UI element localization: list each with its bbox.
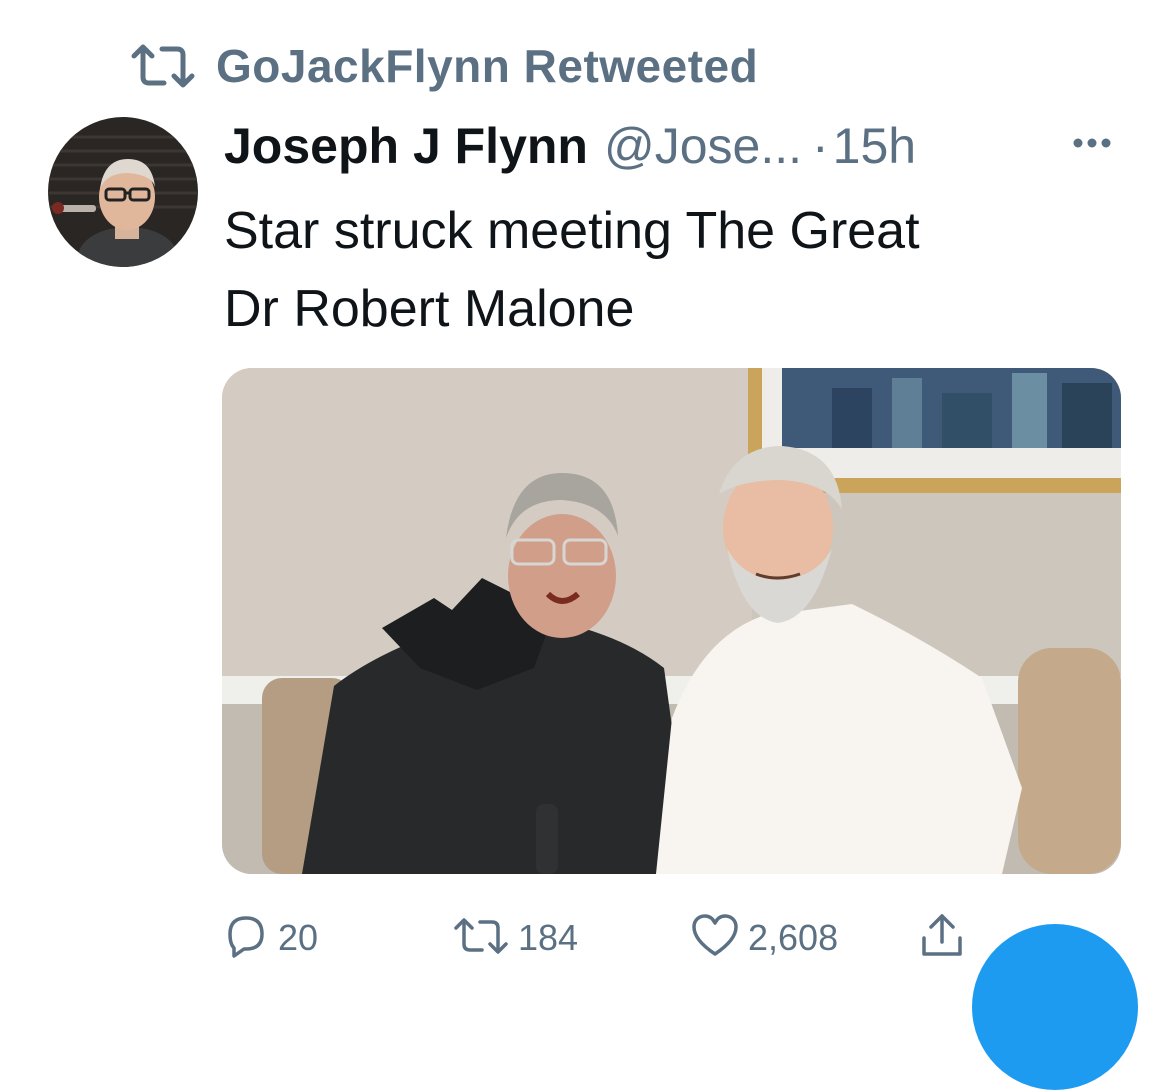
tweet-photo[interactable]: [222, 368, 1121, 874]
like-count: 2,608: [748, 917, 839, 958]
avatar[interactable]: [48, 117, 198, 267]
retweet-count: 184: [518, 917, 579, 958]
retweet-icon: [452, 916, 510, 961]
compose-fab[interactable]: [972, 924, 1138, 1090]
author-handle[interactable]: @Jose...: [604, 117, 802, 175]
reply-icon: [222, 913, 270, 964]
tweet-text-line: Dr Robert Malone: [224, 280, 635, 338]
like-button[interactable]: 2,608: [690, 908, 838, 968]
share-icon: [916, 910, 968, 967]
tweet-text-line: Star struck meeting The Great: [224, 202, 920, 260]
tweet-timestamp[interactable]: 15h: [833, 117, 916, 175]
retweet-icon: [130, 43, 196, 89]
more-icon[interactable]: [1066, 128, 1116, 158]
reply-button[interactable]: 20: [222, 908, 318, 968]
heart-icon: [690, 913, 740, 964]
retweeted-by-label[interactable]: GoJackFlynn Retweeted: [216, 39, 758, 93]
retweet-button[interactable]: 184: [452, 908, 578, 968]
separator-dot: ·: [812, 118, 829, 174]
author-name[interactable]: Joseph J Flynn: [224, 117, 588, 175]
retweet-context[interactable]: GoJackFlynn Retweeted: [130, 36, 758, 96]
reply-count: 20: [278, 917, 319, 958]
tweet-header: Joseph J Flynn @Jose... · 15h: [224, 116, 916, 176]
tweet-text: Star struck meeting The Great Dr Robert …: [224, 192, 1124, 348]
share-button[interactable]: [916, 908, 968, 968]
